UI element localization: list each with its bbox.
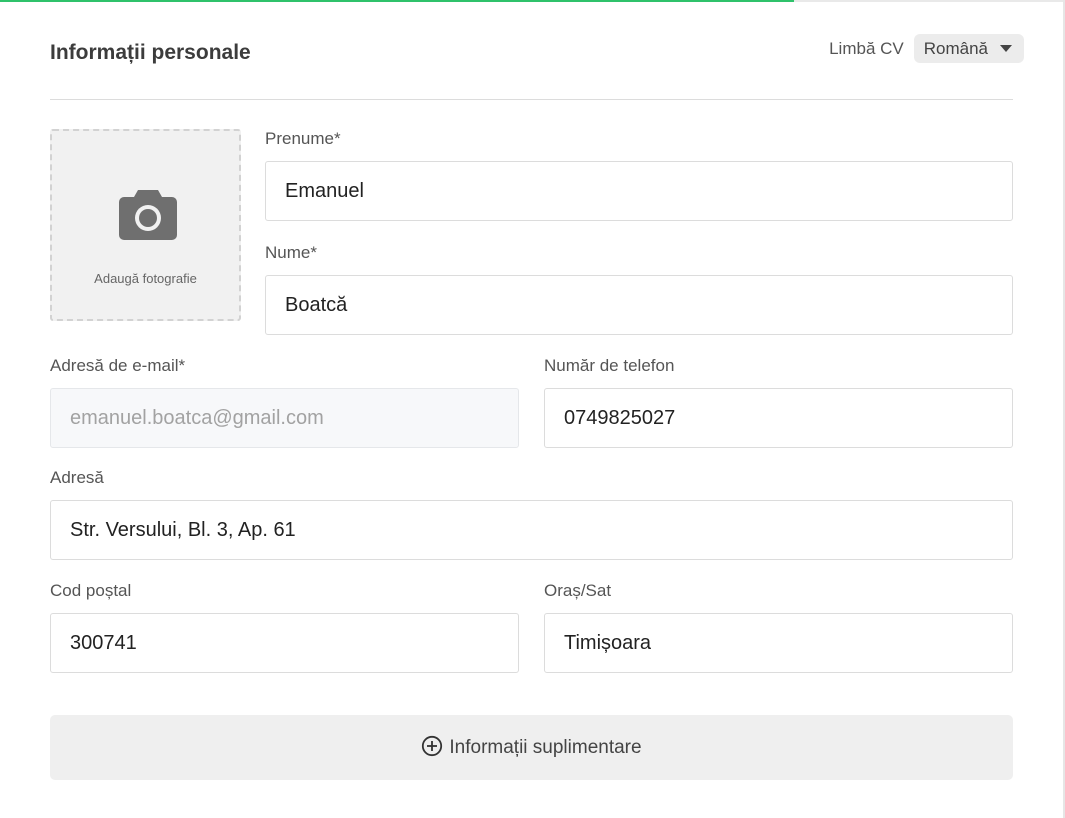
add-photo-label: Adaugă fotografie bbox=[94, 271, 197, 286]
cv-language-selector: Limbă CV Română bbox=[829, 34, 1024, 63]
additional-info-label: Informații suplimentare bbox=[449, 736, 642, 758]
city-label: Oraș/Sat bbox=[544, 581, 612, 600]
cv-language-label: Limbă CV bbox=[829, 38, 904, 58]
camera-icon bbox=[119, 190, 177, 240]
city-input[interactable]: Timișoara bbox=[544, 613, 1013, 673]
address-label: Adresă bbox=[50, 468, 104, 487]
phone-input[interactable]: 0749825027 bbox=[544, 388, 1013, 448]
first-name-input[interactable]: Emanuel bbox=[265, 161, 1013, 221]
last-name-label: Nume* bbox=[265, 243, 317, 262]
address-input[interactable]: Str. Versului, Bl. 3, Ap. 61 bbox=[50, 500, 1013, 560]
last-name-input[interactable]: Boatcă bbox=[265, 275, 1013, 335]
plus-circle-icon bbox=[422, 735, 443, 756]
phone-label: Număr de telefon bbox=[544, 356, 675, 375]
postal-code-input[interactable]: 300741 bbox=[50, 613, 519, 673]
section-title: Informații personale bbox=[50, 41, 251, 64]
header-divider bbox=[50, 99, 1013, 100]
additional-info-button[interactable]: Informații suplimentare bbox=[50, 715, 1013, 780]
personal-info-card: Informații personale Limbă CV Română Ada… bbox=[0, 0, 1063, 818]
postal-code-label: Cod poștal bbox=[50, 581, 132, 600]
email-input[interactable]: emanuel.boatca@gmail.com bbox=[50, 388, 519, 448]
add-photo-button[interactable]: Adaugă fotografie bbox=[50, 129, 241, 321]
cv-language-value: Română bbox=[923, 38, 988, 58]
first-name-label: Prenume* bbox=[265, 129, 341, 148]
caret-down-icon bbox=[1000, 45, 1012, 52]
cv-language-dropdown[interactable]: Română bbox=[913, 34, 1024, 63]
email-label: Adresă de e-mail* bbox=[50, 356, 186, 375]
